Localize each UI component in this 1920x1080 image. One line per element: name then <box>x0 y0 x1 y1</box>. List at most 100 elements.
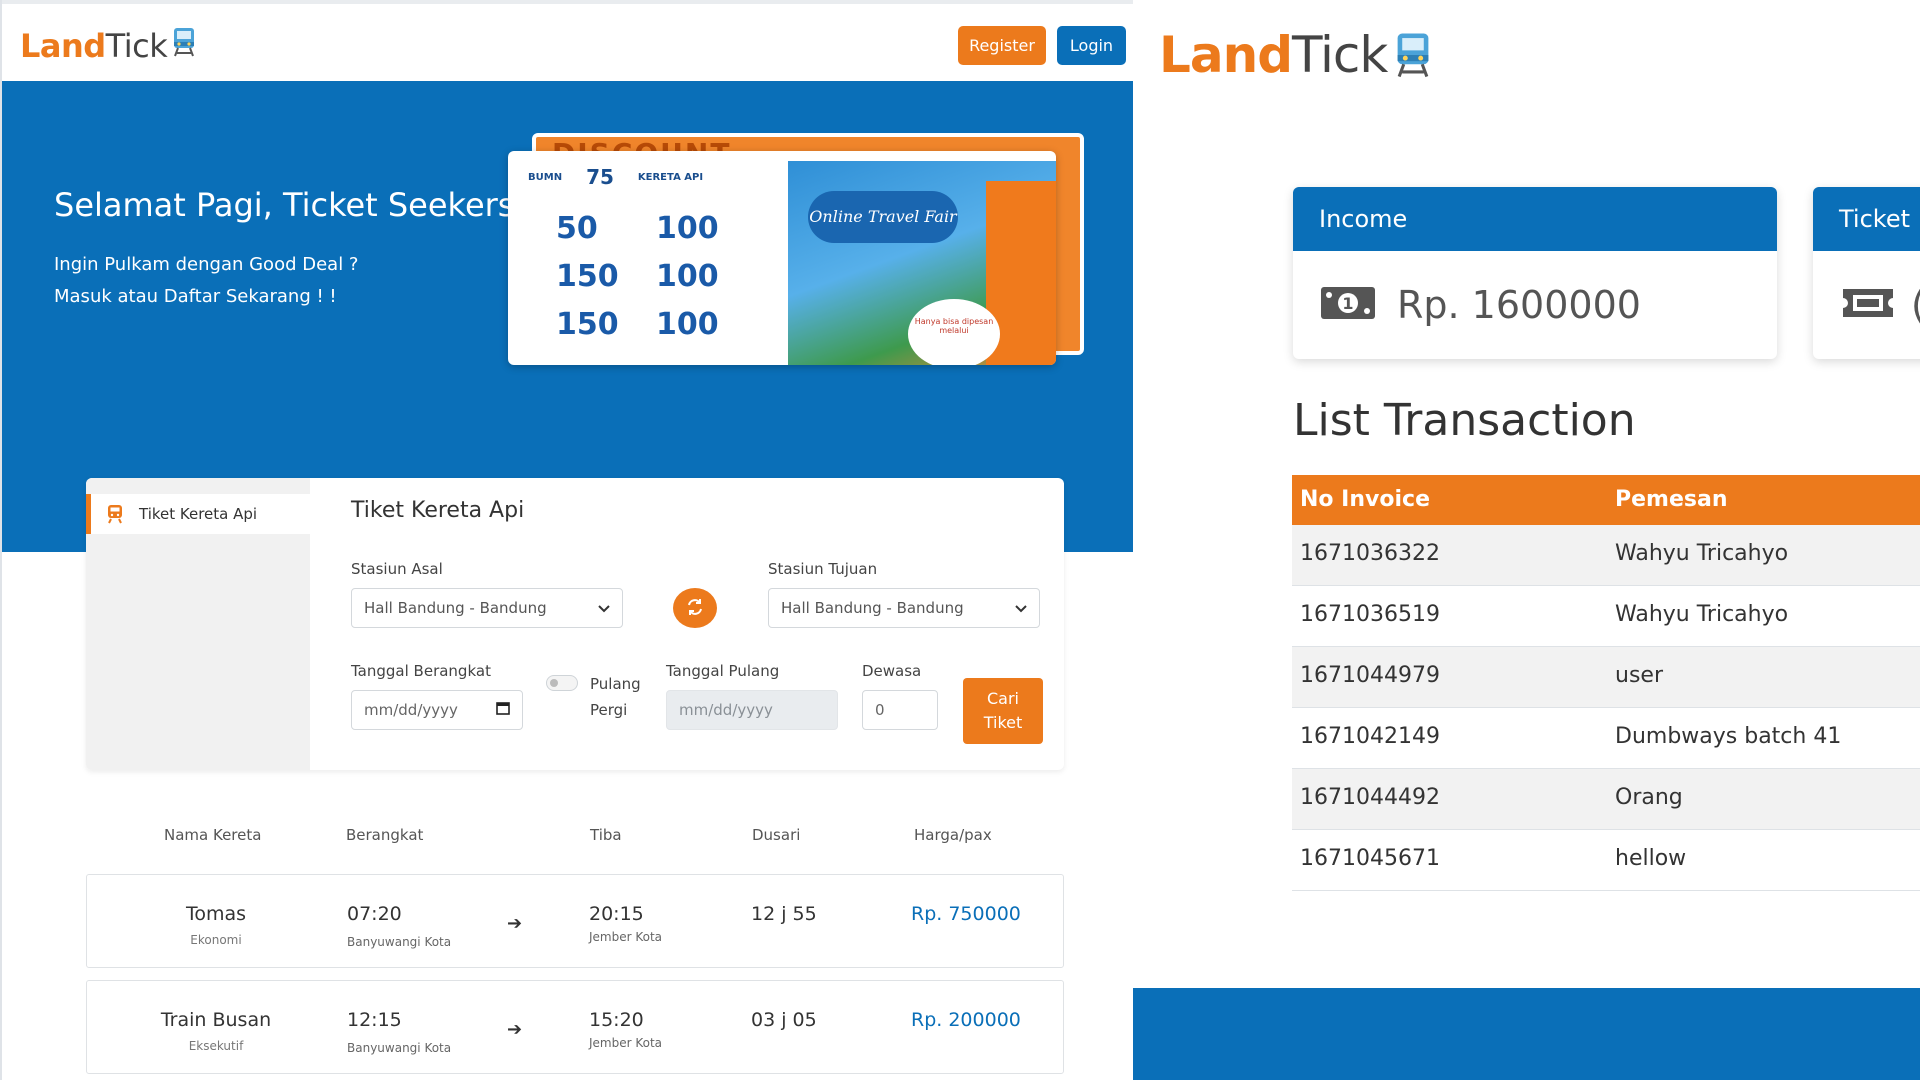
duration: 03 j 05 <box>751 1009 817 1031</box>
arrive-station: Jember Kota <box>589 1036 663 1050</box>
berangkat-date-input[interactable]: mm/dd/yyyy <box>351 690 523 730</box>
home-page: Land Tick Register Login Selamat Pagi, Ti… <box>0 0 1133 1080</box>
arrive-station: Jember Kota <box>589 930 663 944</box>
pulang-pergi-toggle[interactable] <box>546 675 578 691</box>
arrow-right-icon: ➔ <box>507 1019 523 1040</box>
table-row[interactable]: Train Busan Eksekutif 12:15 Banyuwangi K… <box>86 980 1064 1074</box>
income-card: Income 1 Rp. 1600000 <box>1293 187 1777 359</box>
promo-price: 150 <box>556 259 619 294</box>
train-name: Train Busan <box>160 1009 272 1031</box>
income-label: Income <box>1293 187 1777 251</box>
col-header-nama: Nama Kereta <box>164 826 262 844</box>
table-row[interactable]: 1671036322 Wahyu Tricahyo <box>1292 525 1920 586</box>
col-header-berangkat: Berangkat <box>346 826 424 844</box>
search-title: Tiket Kereta Api <box>351 498 525 523</box>
depart-station: Banyuwangi Kota <box>347 935 452 949</box>
ticket-card: Ticket ( <box>1813 187 1920 359</box>
col-header-invoice: No Invoice <box>1300 487 1430 512</box>
sidebar-item-label: Tiket Kereta Api <box>139 505 258 523</box>
bumn-logo: BUMN <box>528 171 563 183</box>
train-icon <box>171 26 197 66</box>
promo-banner[interactable]: DISCOUNT BUMN 75 KERETA API 50 100 150 1… <box>508 133 1084 365</box>
cari-tiket-button[interactable]: Cari Tiket <box>963 678 1043 744</box>
asal-select[interactable]: Hall Bandung - Bandung <box>351 588 623 628</box>
hero-subtitle-line2: Masuk atau Daftar Sekarang ! ! <box>54 286 337 307</box>
table-row[interactable]: 1671044979 user <box>1292 647 1920 708</box>
col-header-pemesan: Pemesan <box>1615 487 1728 512</box>
swap-stations-button[interactable] <box>673 588 717 628</box>
train-name: Tomas <box>185 903 247 925</box>
calendar-icon <box>496 701 510 719</box>
dewasa-input[interactable]: 0 <box>862 690 938 730</box>
table-row[interactable]: 1671042149 Dumbways batch 41 <box>1292 708 1920 769</box>
arrive-time: 20:15 <box>589 903 644 925</box>
ticket-label: Ticket <box>1813 187 1920 251</box>
invoice-cell: 1671044979 <box>1300 663 1440 688</box>
promo-illustration: Online Travel Fair Hanya bisa dipesan me… <box>788 161 1056 365</box>
price: Rp. 750000 <box>911 903 1021 925</box>
invoice-cell: 1671036519 <box>1300 602 1440 627</box>
brand-land: Land <box>1159 26 1293 84</box>
table-row[interactable]: 1671036519 Wahyu Tricahyo <box>1292 586 1920 647</box>
hero-title: Selamat Pagi, Ticket Seekers ! <box>54 186 538 224</box>
berangkat-label: Tanggal Berangkat <box>351 662 491 680</box>
pemesan-cell: user <box>1615 663 1663 688</box>
income-body: 1 Rp. 1600000 <box>1293 251 1777 359</box>
arrive-time: 15:20 <box>589 1009 644 1031</box>
search-sidebar: Tiket Kereta Api <box>86 478 310 770</box>
promo-cta-badge: Hanya bisa dipesan melalui <box>908 299 1000 365</box>
pulang-pergi-label-line1: Pulang <box>590 675 641 693</box>
price: Rp. 200000 <box>911 1009 1021 1031</box>
pulang-pergi-label-line2: Pergi <box>590 701 628 719</box>
berangkat-placeholder: mm/dd/yyyy <box>364 701 458 719</box>
promo-price: 150 <box>556 307 619 342</box>
col-header-harga: Harga/pax <box>914 826 992 844</box>
chevron-down-icon <box>598 599 610 617</box>
table-row[interactable]: 1671045671 hellow <box>1292 830 1920 891</box>
promo-price: 100 <box>656 307 719 342</box>
pemesan-cell: Orang <box>1615 785 1683 810</box>
pulang-date-input[interactable]: mm/dd/yyyy <box>666 690 838 730</box>
table-header: No Invoice Pemesan <box>1292 475 1920 525</box>
chevron-down-icon <box>1015 599 1027 617</box>
col-header-tiba: Tiba <box>590 826 622 844</box>
arrow-right-icon: ➔ <box>507 913 523 934</box>
promo-price: 100 <box>656 211 719 246</box>
swap-icon <box>685 598 705 619</box>
anniversary-logo: 75 <box>586 165 614 189</box>
tujuan-label: Stasiun Tujuan <box>768 560 878 578</box>
login-button[interactable]: Login <box>1057 26 1126 65</box>
navbar: Land Tick Register Login <box>2 4 1133 81</box>
ticket-value-partial: ( <box>1911 283 1920 327</box>
brand-land: Land <box>20 27 106 65</box>
train-class: Ekonomi <box>190 933 242 947</box>
promo-cta-text: Hanya bisa dipesan melalui <box>914 317 994 335</box>
promo-front-card: BUMN 75 KERETA API 50 100 150 100 150 10… <box>508 151 1056 365</box>
pulang-placeholder: mm/dd/yyyy <box>679 701 773 719</box>
dewasa-value: 0 <box>875 701 885 719</box>
pulang-label: Tanggal Pulang <box>666 662 780 680</box>
cari-tiket-line2: Tiket <box>983 713 1023 732</box>
kai-logo: KERETA API <box>637 171 704 183</box>
train-icon <box>1393 28 1433 82</box>
table-row[interactable]: 1671044492 Orang <box>1292 769 1920 830</box>
promo-logos: BUMN 75 KERETA API <box>528 165 703 189</box>
brand-tick: Tick <box>105 27 168 65</box>
invoice-cell: 1671042149 <box>1300 724 1440 749</box>
hero-subtitle-line1: Ingin Pulkam dengan Good Deal ? <box>54 254 359 275</box>
search-card: Tiket Kereta Api Tiket Kereta Api Stasiu… <box>86 478 1064 770</box>
brand-logo[interactable]: Land Tick <box>1159 26 1433 84</box>
dewasa-label: Dewasa <box>862 662 922 680</box>
invoice-cell: 1671045671 <box>1300 846 1440 871</box>
invoice-cell: 1671044492 <box>1300 785 1440 810</box>
register-button[interactable]: Register <box>958 26 1046 65</box>
ticket-icon <box>1839 283 1897 327</box>
col-header-durasi: Dusari <box>752 826 801 844</box>
promo-price: 50 <box>556 211 598 246</box>
hero-subtitle: Ingin Pulkam dengan Good Deal ? Masuk at… <box>54 249 358 313</box>
table-row[interactable]: Tomas Ekonomi 07:20 Banyuwangi Kota ➔ 20… <box>86 874 1064 968</box>
sidebar-item-tiket-kereta[interactable]: Tiket Kereta Api <box>86 494 310 534</box>
brand-logo[interactable]: Land Tick <box>20 26 197 66</box>
tujuan-select[interactable]: Hall Bandung - Bandung <box>768 588 1040 628</box>
ticket-body: ( <box>1813 251 1920 359</box>
